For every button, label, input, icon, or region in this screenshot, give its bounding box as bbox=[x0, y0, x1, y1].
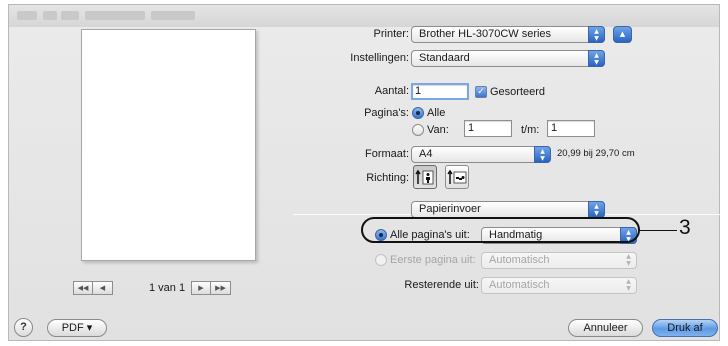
left-arrow-icon: ◀ bbox=[99, 284, 106, 292]
disclosure-button[interactable]: ▲ bbox=[613, 26, 632, 43]
remaining-from-label: Resterende uit: bbox=[404, 279, 479, 291]
pager-prev-button[interactable]: ◀ bbox=[93, 281, 113, 295]
checkmark-icon: ✓ bbox=[477, 87, 485, 97]
pages-range-radio[interactable] bbox=[412, 124, 424, 136]
pdf-button[interactable]: PDF ▾ bbox=[47, 319, 107, 337]
size-dimensions: 20,99 bij 29,70 cm bbox=[557, 148, 635, 159]
callout-number: 3 bbox=[679, 216, 691, 239]
pages-to-label: t/m: bbox=[521, 124, 540, 136]
toolbar-ghost bbox=[9, 5, 719, 27]
page-preview bbox=[81, 29, 256, 261]
pages-from-field[interactable]: 1 bbox=[464, 120, 512, 137]
updown-chevrons-icon: ▲ ▼ bbox=[588, 50, 605, 67]
portrait-person-icon bbox=[415, 169, 434, 185]
pager-back-group: ◀◀ ◀ bbox=[73, 281, 113, 295]
updown-chevrons-icon: ▲ ▼ bbox=[588, 201, 605, 218]
updown-chevrons-icon: ▲ ▼ bbox=[626, 278, 631, 292]
first-page-from-radio[interactable] bbox=[375, 254, 387, 266]
pager-next-button[interactable]: ▶ bbox=[191, 281, 211, 295]
pages-all-radio[interactable] bbox=[412, 107, 424, 119]
first-page-from-value: Automatisch bbox=[489, 254, 550, 266]
right-arrow-icon: ▶ bbox=[198, 284, 204, 292]
pages-from-label: Van: bbox=[427, 124, 449, 136]
orientation-label: Richting: bbox=[366, 172, 409, 184]
size-label: Formaat: bbox=[364, 148, 409, 160]
updown-chevrons-icon: ▲ ▼ bbox=[588, 26, 605, 43]
callout-line bbox=[640, 230, 677, 231]
collated-label: Gesorteerd bbox=[490, 86, 546, 98]
pager-first-button[interactable]: ◀◀ bbox=[73, 281, 93, 295]
pages-all-label: Alle bbox=[427, 107, 446, 119]
pages-label: Pagina's: bbox=[364, 107, 409, 119]
copies-label: Aantal: bbox=[374, 85, 409, 97]
panel-popup[interactable]: Papierinvoer ▲ ▼ bbox=[411, 201, 605, 218]
double-left-arrow-icon: ◀◀ bbox=[77, 284, 89, 292]
landscape-person-icon bbox=[447, 169, 467, 184]
updown-chevrons-icon: ▲ ▼ bbox=[626, 253, 631, 267]
settings-popup[interactable]: Standaard ▲ ▼ bbox=[411, 50, 605, 67]
printer-popup[interactable]: Brother HL-3070CW series ▲ ▼ bbox=[411, 26, 605, 43]
first-page-from-popup[interactable]: Automatisch ▲ ▼ bbox=[481, 252, 637, 269]
page-indicator: 1 van 1 bbox=[149, 282, 186, 294]
cancel-button[interactable]: Annuleer bbox=[568, 319, 643, 337]
orientation-portrait-button[interactable] bbox=[413, 165, 437, 189]
settings-label: Instellingen: bbox=[350, 52, 409, 64]
remaining-from-popup[interactable]: Automatisch ▲ ▼ bbox=[481, 277, 637, 294]
pages-to-field[interactable]: 1 bbox=[547, 120, 595, 137]
help-button[interactable]: ? bbox=[14, 318, 33, 337]
callout-highlight bbox=[361, 217, 640, 243]
panel-value: Papierinvoer bbox=[419, 203, 481, 215]
printer-label: Printer: bbox=[373, 28, 409, 40]
print-button[interactable]: Druk af bbox=[652, 319, 718, 337]
updown-chevrons-icon: ▲ ▼ bbox=[534, 146, 551, 163]
size-popup[interactable]: A4 ▲ ▼ bbox=[411, 146, 551, 163]
first-page-from-label: Eerste pagina uit: bbox=[390, 254, 476, 266]
print-dialog: ◀◀ ◀ 1 van 1 ▶ ▶▶ Printer: Brother HL-30… bbox=[8, 4, 721, 341]
copies-field[interactable]: 1 bbox=[411, 83, 469, 100]
settings-value: Standaard bbox=[419, 52, 470, 64]
pager-last-button[interactable]: ▶▶ bbox=[211, 281, 231, 295]
size-value: A4 bbox=[419, 148, 433, 160]
remaining-from-value: Automatisch bbox=[489, 279, 550, 291]
orientation-landscape-button[interactable] bbox=[445, 165, 469, 189]
triangle-up-icon: ▲ bbox=[619, 30, 626, 38]
double-right-arrow-icon: ▶▶ bbox=[215, 284, 226, 292]
printer-value: Brother HL-3070CW series bbox=[419, 28, 552, 40]
collated-checkbox[interactable]: ✓ bbox=[475, 86, 487, 98]
pager-forward-group: ▶ ▶▶ bbox=[191, 281, 231, 295]
